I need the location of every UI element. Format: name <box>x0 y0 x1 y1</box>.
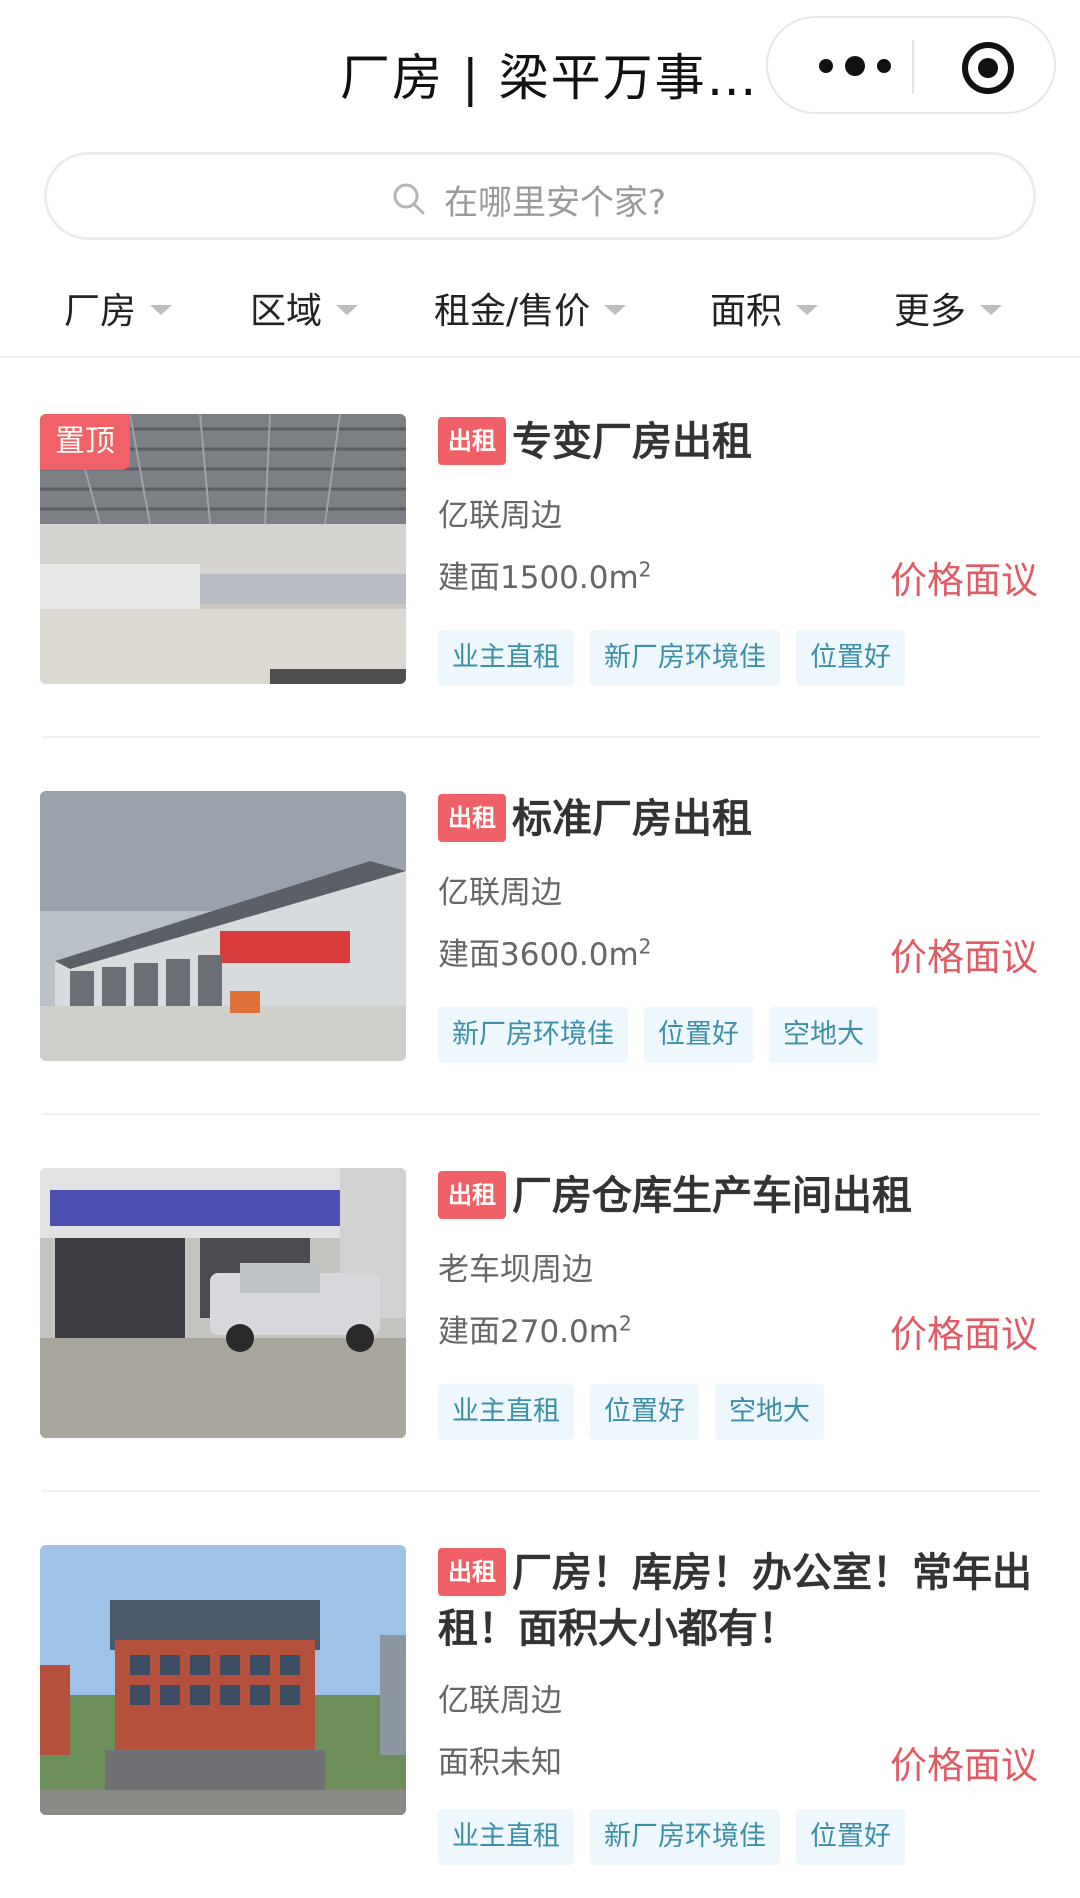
filter-more-label: 更多 <box>894 291 967 332</box>
filter-area-label: 面积 <box>710 291 783 332</box>
listing-title[interactable]: 出租 专变厂房出租 <box>438 414 1038 470</box>
listing-area-value: 建面270.0m <box>438 1314 619 1350</box>
listing-area: 面积未知 <box>438 1745 562 1781</box>
listing-area-value: 建面3600.0m <box>438 937 639 973</box>
filter-price[interactable]: 租金/售价 <box>434 278 627 338</box>
tag: 新厂房环境佳 <box>590 630 780 686</box>
listing-card[interactable]: 出租 厂房！库房！办公室！常年出租！面积大小都有！ 亿联周边 面积未知 价格面议 … <box>0 1545 1080 1895</box>
search-placeholder: 在哪里安个家? <box>444 182 667 223</box>
listing-area: 建面270.0m2 <box>438 1306 632 1351</box>
more-dots-icon[interactable] <box>810 48 900 84</box>
tag: 位置好 <box>796 630 905 686</box>
listing-price: 价格面议 <box>890 559 1038 602</box>
target-icon[interactable] <box>960 40 1016 96</box>
filter-bar: 厂房 区域 租金/售价 面积 更多 <box>0 258 1080 358</box>
page-title: 厂房 | 梁平万事… <box>340 49 759 107</box>
listing-title[interactable]: 出租 厂房仓库生产车间出租 <box>438 1168 1038 1224</box>
search-inner: 在哪里安个家? <box>392 175 666 223</box>
listing-title-text: 厂房！库房！办公室！常年出租！面积大小都有！ <box>438 1550 1032 1652</box>
listing-price: 价格面议 <box>890 936 1038 979</box>
listing-location: 老车坝周边 <box>438 1252 593 1288</box>
listing-title[interactable]: 出租 厂房！库房！办公室！常年出租！面积大小都有！ <box>438 1545 1038 1657</box>
caret-down-icon <box>604 305 627 315</box>
area-unit-sup: 2 <box>638 934 652 959</box>
listing-tags: 业主直租 新厂房环境佳 位置好 <box>438 1809 921 1865</box>
search-icon <box>393 183 425 215</box>
filter-price-label: 租金/售价 <box>434 291 591 332</box>
tag: 位置好 <box>796 1809 905 1865</box>
listing-price: 价格面议 <box>890 1313 1038 1356</box>
tag: 空地大 <box>715 1384 824 1440</box>
listing-location: 亿联周边 <box>438 1683 562 1719</box>
listing-photo <box>40 1545 406 1815</box>
listing-tags: 业主直租 位置好 空地大 <box>438 1384 840 1440</box>
tag: 新厂房环境佳 <box>438 1007 628 1063</box>
tag: 业主直租 <box>438 1384 574 1440</box>
listing-location: 亿联周边 <box>438 498 562 534</box>
listing-title-text: 专变厂房出租 <box>512 419 752 465</box>
listing-photo <box>40 1168 406 1438</box>
filter-more[interactable]: 更多 <box>894 278 1003 338</box>
divider <box>42 736 1040 738</box>
tag: 业主直租 <box>438 1809 574 1865</box>
caret-down-icon <box>150 305 173 315</box>
tag: 位置好 <box>590 1384 699 1440</box>
listing-tags: 新厂房环境佳 位置好 空地大 <box>438 1007 894 1063</box>
caret-down-icon <box>796 305 819 315</box>
rent-badge: 出租 <box>438 794 506 842</box>
listing-photo <box>40 791 406 1061</box>
capsule-divider <box>912 40 914 94</box>
divider <box>42 1113 1040 1115</box>
listing-title-text: 标准厂房出租 <box>512 796 752 842</box>
rent-badge: 出租 <box>438 417 506 465</box>
search-input[interactable]: 在哪里安个家? <box>44 152 1036 240</box>
divider <box>42 1490 1040 1492</box>
listing-title[interactable]: 出租 标准厂房出租 <box>438 791 1038 847</box>
caret-down-icon <box>980 305 1003 315</box>
tag: 业主直租 <box>438 630 574 686</box>
filter-area[interactable]: 面积 <box>710 278 819 338</box>
caret-down-icon <box>336 305 359 315</box>
tag: 位置好 <box>644 1007 753 1063</box>
area-unit-sup: 2 <box>638 557 652 582</box>
filter-type-label: 厂房 <box>64 291 137 332</box>
tag: 空地大 <box>769 1007 878 1063</box>
listing-area: 建面1500.0m2 <box>438 552 651 597</box>
pinned-badge: 置顶 <box>40 414 130 470</box>
rent-badge: 出租 <box>438 1171 506 1219</box>
listing-title-text: 厂房仓库生产车间出租 <box>512 1173 912 1219</box>
filter-region[interactable]: 区域 <box>250 278 359 338</box>
listing-area: 建面3600.0m2 <box>438 929 651 974</box>
listing-price: 价格面议 <box>890 1744 1038 1787</box>
filter-type[interactable]: 厂房 <box>64 278 173 338</box>
top-bar: 厂房 | 梁平万事… <box>0 0 1080 140</box>
tag: 新厂房环境佳 <box>590 1809 780 1865</box>
filter-region-label: 区域 <box>250 291 323 332</box>
listing-tags: 业主直租 新厂房环境佳 位置好 <box>438 630 921 686</box>
listing-location: 亿联周边 <box>438 875 562 911</box>
mini-program-capsule <box>766 16 1056 114</box>
area-unit-sup: 2 <box>618 1311 632 1336</box>
rent-badge: 出租 <box>438 1548 506 1596</box>
listing-area-value: 建面1500.0m <box>438 560 639 596</box>
